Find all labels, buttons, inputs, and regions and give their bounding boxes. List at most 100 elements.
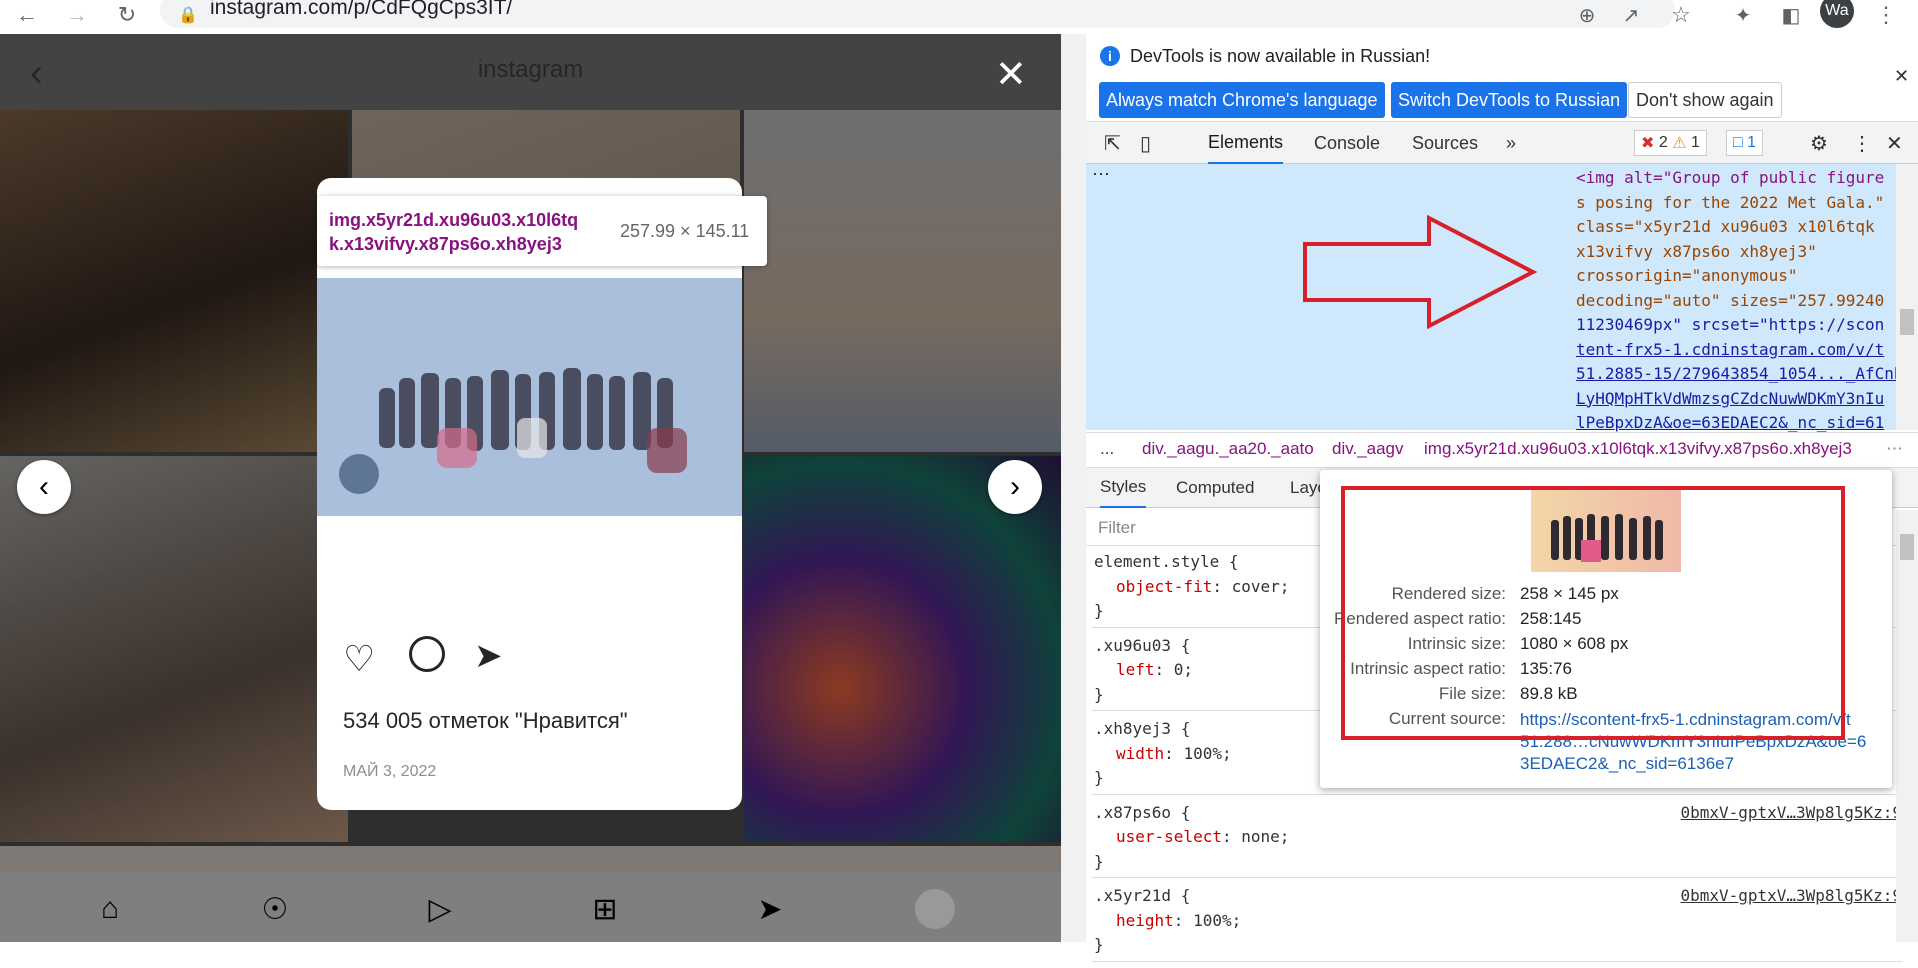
profile-avatar[interactable]: Wa (1820, 0, 1854, 28)
message-count: 1 (1747, 134, 1757, 151)
tab-sources[interactable]: Sources (1412, 122, 1478, 164)
css-property[interactable]: width (1116, 744, 1164, 763)
dom-code-line[interactable]: decoding="auto" sizes="257.99240 (1576, 289, 1896, 314)
post-date: МАЙ 3, 2022 (343, 763, 437, 780)
dont-show-again-button[interactable]: Don't show again (1628, 82, 1782, 118)
styles-scrollbar[interactable] (1896, 510, 1918, 942)
more-tabs-icon[interactable]: » (1506, 122, 1516, 164)
tab-elements[interactable]: Elements (1208, 122, 1284, 164)
devtools-close-icon[interactable]: ✕ (1886, 122, 1903, 164)
profile-icon[interactable] (915, 889, 955, 929)
dom-code-line[interactable]: 11230469px" srcset="https://scon (1576, 313, 1896, 338)
dom-code-line[interactable]: 51.2885-15/279643854_1054..._AfCnh (1576, 362, 1904, 387)
settings-gear-icon[interactable]: ⚙ (1810, 122, 1828, 164)
forward-icon[interactable]: → (62, 0, 92, 30)
css-property[interactable]: left (1116, 660, 1155, 679)
menu-icon[interactable]: ⋮ (1875, 0, 1897, 30)
source-line-3: 3EDAEC2&_nc_sid=6136e7 (1520, 754, 1735, 773)
prev-post-button[interactable]: ‹ (17, 460, 71, 514)
issues-counter[interactable]: ✖ 2 ⚠ 1 (1634, 130, 1707, 156)
new-post-icon[interactable]: ⊞ (585, 889, 625, 929)
explore-icon[interactable]: ☉ (255, 889, 295, 929)
tab-computed[interactable]: Computed (1176, 468, 1254, 508)
switch-russian-button[interactable]: Switch DevTools to Russian (1391, 82, 1628, 118)
dom-scrollbar[interactable] (1896, 164, 1918, 430)
tab-styles[interactable]: Styles (1100, 468, 1147, 508)
css-source-link[interactable]: 0bmxV-gptxV…3Wp8lg5Kz:9 (1680, 801, 1902, 826)
extensions-icon[interactable]: ✦ (1728, 0, 1758, 30)
bookmark-star-icon[interactable]: ☆ (1666, 0, 1696, 30)
reload-icon[interactable]: ↻ (112, 0, 142, 30)
dom-code-line[interactable]: LyHQMpHTkVdWmzsgCZdcNuwWDKmY3nIu (1576, 387, 1896, 412)
warning-icon: ⚠ (1672, 135, 1687, 152)
like-icon[interactable]: ♡ (343, 638, 375, 680)
devtools-menu-icon[interactable]: ⋮ (1852, 122, 1872, 164)
side-panel-icon[interactable]: ◧ (1776, 0, 1806, 30)
messages-counter[interactable]: □ 1 (1726, 130, 1764, 156)
dom-code-line[interactable]: s posing for the 2022 Met Gala." (1576, 191, 1896, 216)
css-rule[interactable]: .x5yr21d {height: 100%;} 0bmxV-gptxV…3Wp8… (1092, 884, 1902, 962)
dom-code[interactable]: <img alt="Group of public figure s posing… (1576, 166, 1904, 436)
likes-count[interactable]: 534 005 отметок "Нравится" (343, 708, 628, 734)
back-icon[interactable]: ← (12, 0, 42, 30)
dom-code-line[interactable]: <img alt="Group of public figure (1576, 166, 1896, 191)
css-value[interactable]: 0; (1174, 660, 1193, 679)
breadcrumb-overflow-icon[interactable]: ⋯ (1886, 439, 1903, 459)
css-declaration[interactable]: height: 100%; (1094, 909, 1902, 934)
css-value[interactable]: none; (1241, 827, 1289, 846)
info-text: DevTools is now available in Russian! (1130, 46, 1431, 66)
infobar-close-icon[interactable]: ✕ (1894, 66, 1909, 87)
breadcrumb-item-selected[interactable]: img.x5yr21d.xu96u03.x10l6tqk.x13vifvy.x8… (1424, 439, 1852, 459)
css-property[interactable]: object-fit (1116, 577, 1212, 596)
styles-scrollbar-thumb[interactable] (1900, 534, 1914, 560)
tooltip-selector-line1: img.x5yr21d.xu96u03.x10l6tq (329, 210, 579, 230)
share-icon[interactable]: ➤ (474, 636, 503, 676)
css-property[interactable]: user-select (1116, 827, 1222, 846)
dom-code-line[interactable]: class="x5yr21d xu96u03 x10l6tqk (1576, 215, 1896, 240)
dom-ellipsis[interactable]: ⋯ (1092, 164, 1110, 185)
comment-icon[interactable] (409, 636, 445, 672)
css-colon: : (1164, 743, 1184, 763)
css-value[interactable]: 100%; (1193, 911, 1241, 930)
next-post-button[interactable]: › (988, 460, 1042, 514)
breadcrumb-more[interactable]: ... (1100, 439, 1114, 459)
reels-icon[interactable]: ▷ (420, 889, 460, 929)
dom-scrollbar-thumb[interactable] (1900, 309, 1914, 335)
info-icon: i (1100, 46, 1120, 66)
dom-code-line[interactable]: tent-frx5-1.cdninstagram.com/v/t (1576, 338, 1896, 363)
home-icon[interactable]: ⌂ (90, 889, 130, 929)
back-arrow-icon[interactable]: ‹ (30, 52, 43, 95)
always-match-button[interactable]: Always match Chrome's language (1099, 82, 1385, 118)
page-scrollbar[interactable] (1061, 34, 1086, 942)
error-icon: ✖ (1641, 135, 1655, 152)
breadcrumb-item[interactable]: div._aagv (1332, 439, 1404, 459)
css-value[interactable]: 100%; (1183, 744, 1231, 763)
breadcrumb-item[interactable]: div._aagu._aa20._aato (1142, 439, 1314, 459)
instagram-title: instagram (477, 56, 584, 83)
inspect-element-icon[interactable]: ⇱ (1104, 122, 1121, 164)
zoom-icon[interactable]: ⊕ (1572, 0, 1602, 30)
red-annotation-arrow (1303, 214, 1538, 330)
css-source-link[interactable]: 0bmxV-gptxV…3Wp8lg5Kz:9 (1680, 884, 1902, 909)
post-image[interactable] (317, 278, 742, 516)
dom-code-line[interactable]: x13vifvy x87ps6o xh8yej3" (1576, 240, 1896, 265)
share-icon[interactable]: ↗ (1616, 0, 1646, 30)
devtools-tabbar: ⇱ ▯ Elements Console Sources » ✖ 2 ⚠ 1 □… (1086, 122, 1918, 164)
device-toolbar-icon[interactable]: ▯ (1140, 122, 1151, 164)
url-text[interactable]: instagram.com/p/CdFQgCps3IT/ (210, 0, 512, 20)
dom-code-line[interactable]: crossorigin="anonymous" (1576, 264, 1896, 289)
css-declaration[interactable]: user-select: none; (1094, 825, 1902, 850)
css-rule[interactable]: .x87ps6o {user-select: none;} 0bmxV-gptxV… (1092, 801, 1902, 878)
tab-console[interactable]: Console (1314, 122, 1380, 164)
error-count: 2 (1658, 134, 1668, 151)
css-value[interactable]: cover; (1232, 577, 1290, 596)
css-property[interactable]: height (1116, 911, 1174, 930)
direct-icon[interactable]: ➤ (750, 889, 790, 929)
tooltip-size: 257.99 × 145.11 (620, 221, 750, 241)
css-colon: : (1221, 827, 1242, 846)
red-annotation-box (1341, 486, 1845, 740)
css-colon: : (1212, 576, 1232, 596)
breadcrumb: ... div._aagu._aa20._aato div._aagv img.… (1086, 432, 1918, 468)
css-colon: : (1154, 660, 1174, 679)
close-icon[interactable]: ✕ (995, 52, 1027, 97)
